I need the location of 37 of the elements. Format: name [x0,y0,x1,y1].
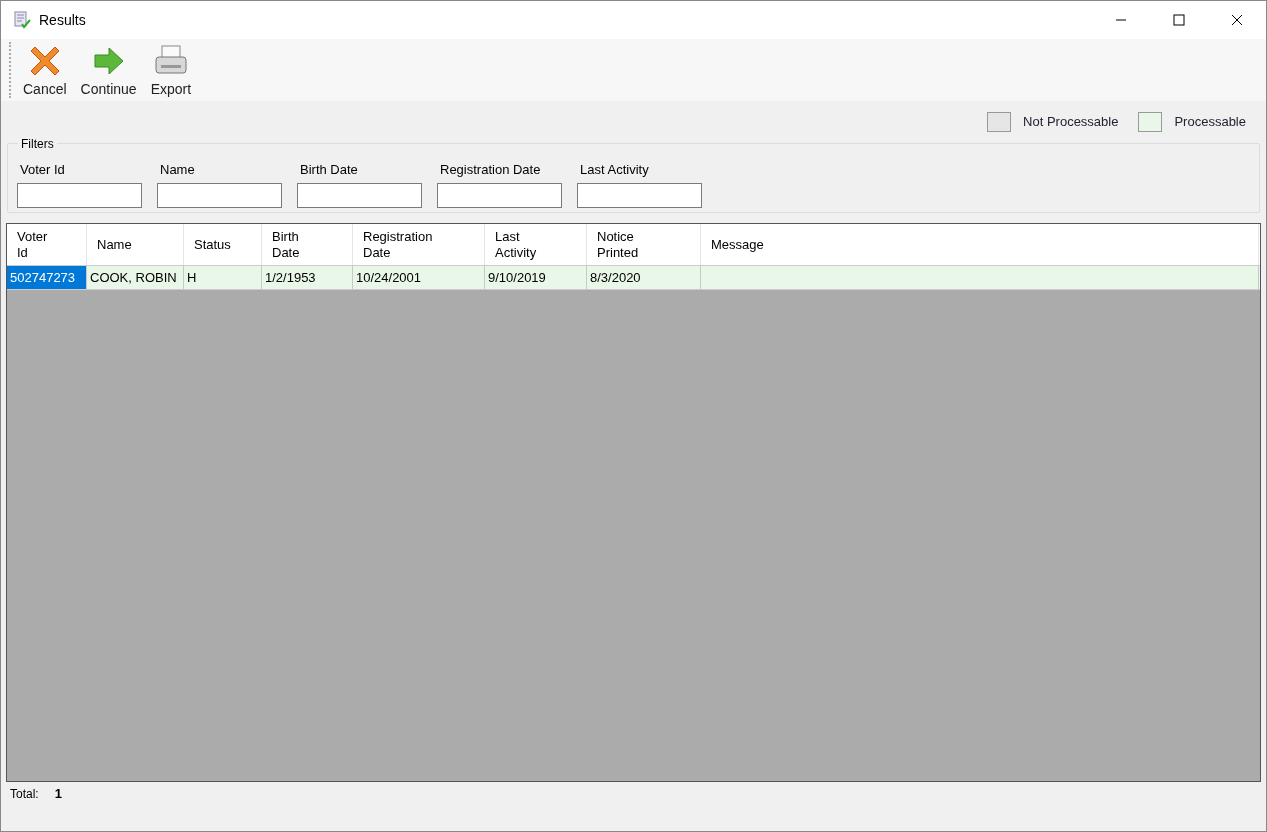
total-label: Total: [10,786,39,803]
filter-field[interactable] [157,182,282,208]
filter-field[interactable] [437,182,562,208]
field-label: Voter Id [19,161,66,179]
table-cell-text: 10/24/2001 [356,268,422,287]
column-header[interactable]: Voter Id [7,224,87,265]
column-header[interactable]: Registration Date [353,224,485,265]
legend-label: Processable [1174,113,1246,132]
table-row[interactable]: 502747273 COOK, ROBIN H 1/2/1953 10/24/2001 9/10/2019 8/3/2020 [7,266,1260,290]
maximize-icon [1173,14,1185,26]
column-header[interactable]: Message [701,224,1259,265]
table-cell-text: 1/2/1953 [265,268,316,287]
field-label: Registration Date [439,161,542,179]
toolbar-button[interactable]: Continue [74,43,143,101]
column-header[interactable]: Notice Printed [587,224,701,265]
window-title: Results [39,10,86,30]
filter-field[interactable] [297,182,422,208]
table-cell-text: 502747273 [10,268,76,287]
filter-field[interactable] [17,182,142,208]
column-header[interactable]: Name [87,224,184,265]
column-header[interactable]: Birth Date [262,224,353,265]
column-header[interactable]: Status [184,224,262,265]
table-cell-text: H [187,268,197,287]
close-icon [1231,14,1243,26]
field-label: Name [159,161,196,179]
table-cell-text: 8/3/2020 [590,268,641,287]
document-icon [13,11,31,29]
table-cell-text: COOK, ROBIN [90,268,177,287]
toolbar-button[interactable]: Export [144,43,198,101]
field-label: Last Activity [579,161,650,179]
legend-label: Not Processable [1023,113,1119,132]
total-value: 1 [54,785,62,804]
field-label: Birth Date [299,161,359,179]
table-cell-text: 9/10/2019 [488,268,546,287]
toolbar-button[interactable]: Cancel [17,43,73,101]
filter-field[interactable] [577,182,702,208]
column-header[interactable]: Last Activity [485,224,587,265]
